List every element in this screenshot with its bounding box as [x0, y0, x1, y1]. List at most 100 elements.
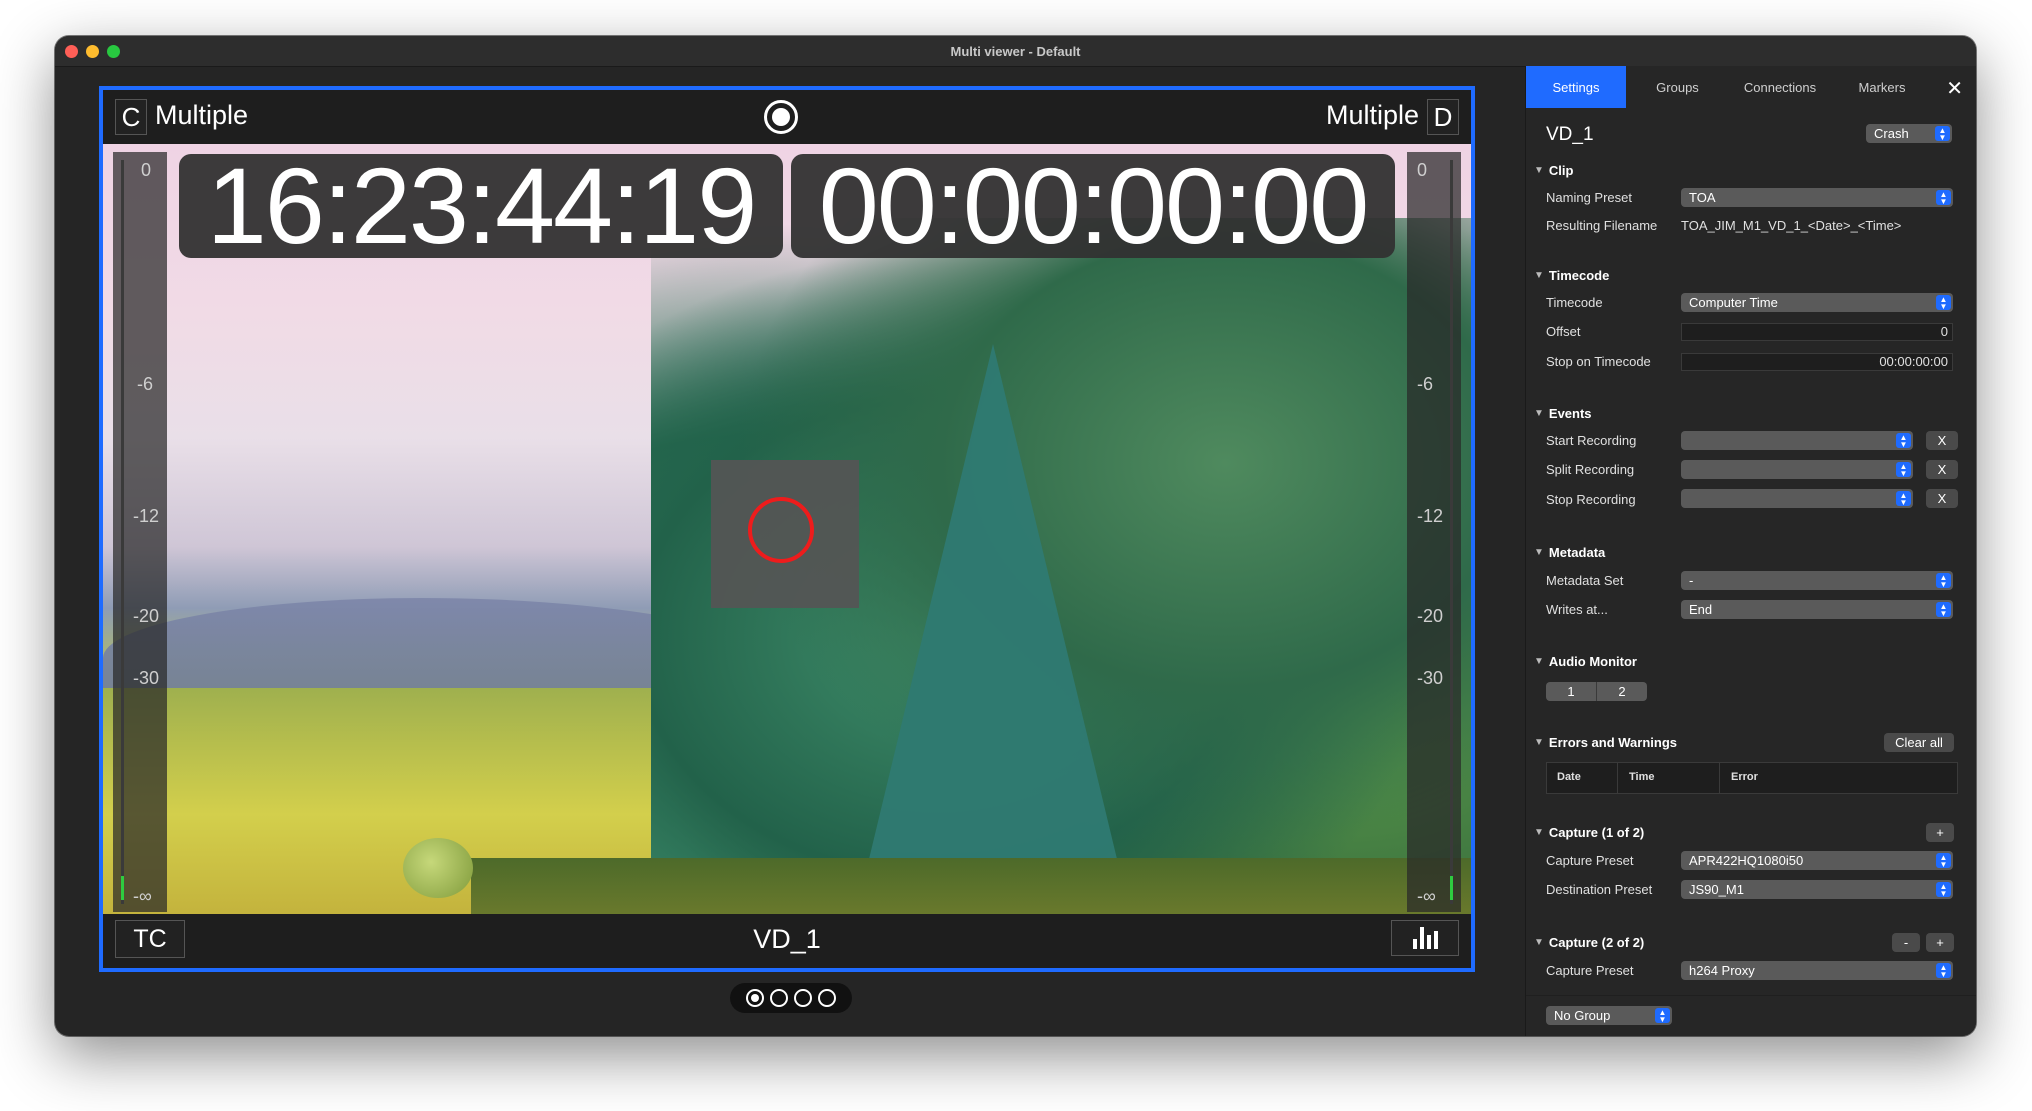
audio-channel-1-button[interactable]: 1 — [1546, 682, 1596, 701]
viewer-bottom-bar: TC VD_1 — [103, 914, 1471, 968]
resulting-filename-label: Resulting Filename — [1546, 218, 1658, 233]
column-error: Error — [1731, 771, 1758, 783]
section-audio-monitor[interactable]: ▼ Audio Monitor — [1534, 654, 1637, 669]
updown-icon: ▲ ▼ — [1936, 882, 1951, 897]
offset-input[interactable]: 0 — [1681, 323, 1953, 341]
writes-at-label: Writes at... — [1546, 602, 1608, 617]
clip-title: VD_1 — [1546, 124, 1594, 145]
meter-tick-30: -30 — [133, 668, 160, 688]
column-date: Date — [1557, 771, 1581, 783]
section-errors[interactable]: ▼ Errors and Warnings — [1534, 735, 1677, 750]
section-events[interactable]: ▼ Events — [1534, 406, 1592, 421]
tab-groups[interactable]: Groups — [1626, 66, 1729, 108]
bar-chart-icon — [1412, 927, 1438, 949]
close-window-button[interactable] — [65, 45, 78, 58]
split-recording-clear-button[interactable]: X — [1926, 460, 1958, 479]
close-panel-icon[interactable]: ✕ — [1946, 76, 1963, 101]
window-title: Multi viewer - Default — [950, 43, 1081, 59]
viewer-top-bar: C Multiple Multiple D — [103, 90, 1471, 144]
stop-on-timecode-label: Stop on Timecode — [1546, 354, 1651, 369]
panel-footer: No Group ▲ ▼ — [1526, 995, 1976, 1036]
viewer-tile[interactable]: C Multiple Multiple D 0 -6 -12 -20 -30 -… — [99, 86, 1475, 972]
meter-toggle-button[interactable] — [1391, 920, 1459, 956]
audio-monitor-channels: 1 2 — [1546, 682, 1647, 701]
add-capture-button[interactable]: + — [1926, 823, 1954, 842]
updown-icon: ▲ ▼ — [1896, 491, 1911, 506]
meter-tick-6: -6 — [1417, 374, 1434, 394]
writes-at-select[interactable]: End ▲ ▼ — [1681, 600, 1953, 619]
resulting-filename-value: TOA_JIM_M1_VD_1_<Date>_<Time> — [1681, 218, 1902, 233]
meter-tick-30: -30 — [1417, 668, 1444, 688]
destination-preset-select[interactable]: JS90_M1 ▲ ▼ — [1681, 880, 1953, 899]
stop-recording-clear-button[interactable]: X — [1926, 489, 1958, 508]
audio-meter-left: 0 -6 -12 -20 -30 -∞ — [113, 152, 167, 912]
viewer-clip-name: VD_1 — [753, 924, 821, 954]
page-dot-2[interactable] — [770, 989, 788, 1007]
section-timecode[interactable]: ▼ Timecode — [1534, 268, 1609, 283]
panel-tabs: Settings Groups Connections Markers — [1526, 66, 1976, 108]
tab-markers[interactable]: Markers — [1831, 66, 1933, 108]
errors-table: Date Time Error — [1546, 762, 1958, 794]
meter-tick-inf: -∞ — [133, 886, 152, 906]
recording-indicator[interactable] — [711, 460, 859, 608]
offset-label: Offset — [1546, 324, 1581, 339]
title-bar: Multi viewer - Default — [55, 36, 1976, 67]
split-recording-select[interactable]: ▲ ▼ — [1681, 460, 1913, 479]
record-button[interactable] — [764, 100, 798, 134]
stop-recording-select[interactable]: ▲ ▼ — [1681, 489, 1913, 508]
right-channel-letter[interactable]: D — [1427, 99, 1459, 135]
capture-preset-select[interactable]: h264 Proxy ▲ ▼ — [1681, 961, 1953, 980]
inspector-panel: Settings Groups Connections Markers ✕ VD… — [1525, 66, 1976, 1036]
record-dot-icon — [772, 108, 790, 126]
chevron-down-icon: ▼ — [1534, 408, 1544, 419]
audio-channel-2-button[interactable]: 2 — [1596, 682, 1647, 701]
add-capture-button[interactable]: + — [1926, 933, 1954, 952]
start-recording-select[interactable]: ▲ ▼ — [1681, 431, 1913, 450]
chevron-down-icon: ▼ — [1534, 656, 1544, 667]
section-clip[interactable]: ▼ Clip — [1534, 163, 1573, 178]
naming-preset-label: Naming Preset — [1546, 190, 1632, 205]
metadata-set-select[interactable]: - ▲ ▼ — [1681, 571, 1953, 590]
page-indicator — [730, 983, 852, 1013]
timecode-elapsed: 00:00:00:00 — [791, 152, 1395, 260]
remove-capture-button[interactable]: - — [1892, 933, 1920, 952]
page-dot-3[interactable] — [794, 989, 812, 1007]
window-controls — [65, 45, 120, 58]
app-window: Multi viewer - Default C Multiple Multip… — [55, 36, 1976, 1036]
meter-level-left — [121, 876, 124, 900]
chevron-down-icon: ▼ — [1534, 937, 1544, 948]
stop-recording-label: Stop Recording — [1546, 492, 1636, 507]
section-capture-2[interactable]: ▼ Capture (2 of 2) — [1534, 935, 1644, 950]
capture-preset-select[interactable]: APR422HQ1080i50 ▲ ▼ — [1681, 851, 1953, 870]
meter-tick-20: -20 — [1417, 606, 1444, 626]
meter-tick-20: -20 — [133, 606, 160, 626]
stop-on-timecode-input[interactable]: 00:00:00:00 — [1681, 353, 1953, 371]
page-dot-1[interactable] — [746, 989, 764, 1007]
updown-icon: ▲ ▼ — [1935, 126, 1950, 141]
group-select[interactable]: No Group ▲ ▼ — [1546, 1006, 1672, 1025]
updown-icon: ▲ ▼ — [1936, 190, 1951, 205]
tab-settings[interactable]: Settings — [1526, 66, 1626, 108]
column-time: Time — [1629, 771, 1655, 783]
section-metadata[interactable]: ▼ Metadata — [1534, 545, 1605, 560]
section-capture-1[interactable]: ▼ Capture (1 of 2) — [1534, 825, 1644, 840]
minimize-window-button[interactable] — [86, 45, 99, 58]
page-dot-4[interactable] — [818, 989, 836, 1007]
left-channel-letter[interactable]: C — [115, 99, 147, 135]
start-recording-clear-button[interactable]: X — [1926, 431, 1958, 450]
updown-icon: ▲ ▼ — [1936, 573, 1951, 588]
meter-tick-12: -12 — [133, 506, 160, 526]
updown-icon: ▲ ▼ — [1936, 853, 1951, 868]
settings-content: VD_1 Crash ▲ ▼ ▼ Clip Naming Preset TOA ▲… — [1526, 108, 1976, 996]
timecode-select[interactable]: Computer Time ▲ ▼ — [1681, 293, 1953, 312]
chevron-down-icon: ▼ — [1534, 270, 1544, 281]
naming-preset-select[interactable]: TOA ▲ ▼ — [1681, 188, 1953, 207]
split-recording-label: Split Recording — [1546, 462, 1635, 477]
updown-icon: ▲ ▼ — [1896, 433, 1911, 448]
zoom-window-button[interactable] — [107, 45, 120, 58]
clear-all-button[interactable]: Clear all — [1884, 733, 1954, 752]
updown-icon: ▲ ▼ — [1936, 295, 1951, 310]
meter-tick-0: 0 — [1417, 160, 1428, 180]
crash-select[interactable]: Crash ▲ ▼ — [1866, 124, 1952, 143]
tab-connections[interactable]: Connections — [1729, 66, 1831, 108]
